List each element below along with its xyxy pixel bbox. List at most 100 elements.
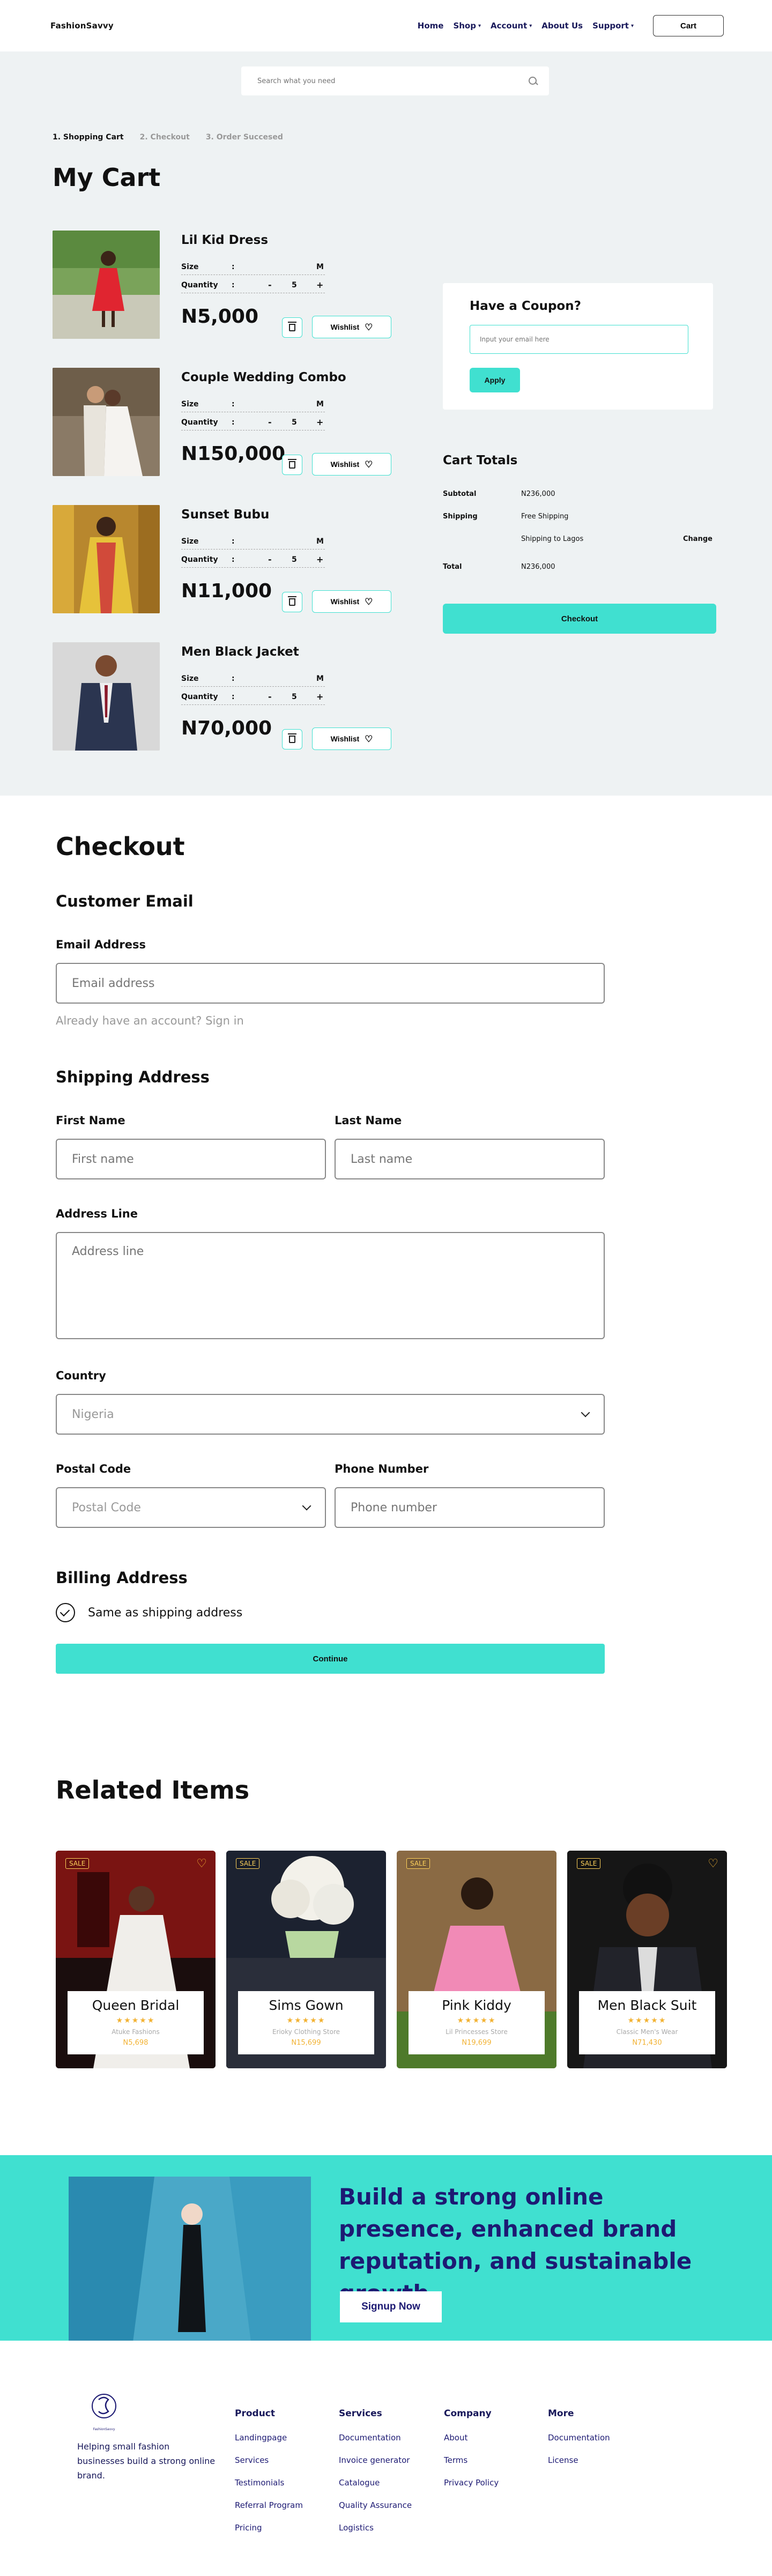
country-select[interactable]: Nigeria	[56, 1394, 605, 1435]
wishlist-button[interactable]: Wishlist ♡	[312, 727, 391, 750]
star-rating: ★★★★★	[627, 2016, 667, 2025]
footer-link[interactable]: Terms	[444, 2455, 499, 2465]
shipping-destination: Shipping to Lagos	[521, 535, 584, 543]
footer-link[interactable]: Landingpage	[235, 2433, 303, 2443]
product-card[interactable]: SALE ♡ Queen Bridal ★★★★★ Atuke Fashions…	[56, 1851, 216, 2068]
product-name[interactable]: Sunset Bubu	[181, 508, 269, 522]
quantity-value[interactable]: 5	[292, 418, 297, 427]
nav-support[interactable]: Support ▾	[592, 21, 634, 31]
wishlist-button[interactable]: Wishlist ♡	[312, 316, 391, 338]
quantity-value[interactable]: 5	[292, 555, 297, 564]
footer-link[interactable]: Logistics	[339, 2523, 412, 2533]
product-name[interactable]: Men Black Jacket	[181, 645, 299, 659]
postal-code-select[interactable]: Postal Code	[56, 1487, 326, 1528]
step-order-success[interactable]: 3. Order Succesed	[206, 133, 283, 142]
quantity-colon: :	[232, 281, 235, 289]
product-name[interactable]: Lil Kid Dress	[181, 233, 268, 247]
email-field[interactable]	[56, 963, 605, 1004]
cart-items-list: Lil Kid Dress Size : M Quantity : - 5 + …	[53, 231, 396, 780]
nav-about[interactable]: About Us	[541, 21, 583, 31]
size-value[interactable]: M	[316, 263, 324, 271]
footer-link[interactable]: Referral Program	[235, 2500, 303, 2510]
cart-button[interactable]: Cart	[653, 15, 724, 36]
footer-link[interactable]: Quality Assurance	[339, 2500, 412, 2510]
product-image[interactable]	[53, 642, 160, 751]
product-card-name: Sims Gown	[269, 1998, 344, 2013]
footer-logo[interactable]: FashionSavvy	[87, 2390, 121, 2431]
remove-item-button[interactable]	[282, 592, 302, 612]
quantity-decrement[interactable]: -	[268, 417, 272, 427]
footer-link[interactable]: Invoice generator	[339, 2455, 412, 2465]
footer-link[interactable]: Services	[235, 2455, 303, 2465]
product-card-name: Queen Bridal	[92, 1998, 180, 2013]
chevron-down-icon: ▾	[478, 23, 481, 29]
size-value[interactable]: M	[316, 674, 324, 683]
remove-item-button[interactable]	[282, 729, 302, 749]
site-logo[interactable]: FashionSavvy	[50, 21, 114, 31]
quantity-increment[interactable]: +	[316, 554, 323, 565]
trash-icon	[288, 733, 296, 743]
step-checkout[interactable]: 2. Checkout	[140, 133, 190, 142]
quantity-decrement[interactable]: -	[268, 692, 272, 702]
remove-item-button[interactable]	[282, 317, 302, 338]
wishlist-label: Wishlist	[330, 734, 360, 743]
footer-link[interactable]: Pricing	[235, 2523, 303, 2533]
product-card[interactable]: SALE Pink Kiddy ★★★★★ Lil Princesses Sto…	[397, 1851, 556, 2068]
footer-link[interactable]: About	[444, 2433, 499, 2443]
nav-shop[interactable]: Shop ▾	[453, 21, 481, 31]
size-value[interactable]: M	[316, 537, 324, 546]
same-as-shipping-row[interactable]: Same as shipping address	[56, 1603, 608, 1622]
quantity-value[interactable]: 5	[292, 693, 297, 701]
quantity-value[interactable]: 5	[292, 281, 297, 289]
related-items-list: SALE ♡ Queen Bridal ★★★★★ Atuke Fashions…	[56, 1851, 727, 2068]
quantity-decrement[interactable]: -	[268, 280, 272, 290]
size-colon: :	[232, 537, 235, 546]
footer-link[interactable]: Documentation	[339, 2433, 412, 2443]
phone-field[interactable]	[335, 1487, 605, 1528]
search-icon[interactable]	[528, 76, 538, 86]
heart-icon[interactable]: ♡	[196, 1857, 207, 1870]
coupon-title: Have a Coupon?	[470, 299, 581, 313]
product-image[interactable]	[53, 505, 160, 613]
first-name-field[interactable]	[56, 1139, 326, 1179]
heart-icon[interactable]: ♡	[708, 1857, 718, 1870]
search-input[interactable]	[257, 77, 515, 85]
store-name: Atuke Fashions	[112, 2028, 160, 2036]
apply-button[interactable]: Apply	[470, 368, 520, 392]
product-card[interactable]: SALE ♡ Men Black Suit ★★★★★ Classic Men'…	[567, 1851, 727, 2068]
step-shopping-cart[interactable]: 1. Shopping Cart	[53, 133, 124, 142]
product-card-name: Pink Kiddy	[442, 1998, 511, 2013]
divider	[181, 704, 325, 705]
remove-item-button[interactable]	[282, 455, 302, 475]
quantity-increment[interactable]: +	[316, 417, 323, 427]
product-name[interactable]: Couple Wedding Combo	[181, 370, 346, 384]
quantity-increment[interactable]: +	[316, 692, 323, 702]
address-field[interactable]	[56, 1232, 605, 1339]
size-value[interactable]: M	[316, 400, 324, 409]
signup-button[interactable]: Signup Now	[340, 2291, 442, 2322]
continue-button[interactable]: Continue	[56, 1644, 605, 1674]
last-name-field[interactable]	[335, 1139, 605, 1179]
footer-link[interactable]: Documentation	[548, 2433, 610, 2443]
signin-link[interactable]: Already have an account? Sign in	[56, 1014, 608, 1027]
product-image[interactable]	[53, 231, 160, 339]
change-shipping-link[interactable]: Change	[683, 535, 712, 543]
wishlist-button[interactable]: Wishlist ♡	[312, 453, 391, 476]
product-image[interactable]	[53, 368, 160, 476]
nav-home[interactable]: Home	[418, 21, 444, 31]
checkout-button[interactable]: Checkout	[443, 604, 716, 634]
product-card[interactable]: SALE Sims Gown ★★★★★ Erioky Clothing Sto…	[226, 1851, 386, 2068]
coupon-input[interactable]	[470, 325, 688, 354]
footer-link[interactable]: Catalogue	[339, 2478, 412, 2488]
footer-link[interactable]: License	[548, 2455, 610, 2465]
wishlist-button[interactable]: Wishlist ♡	[312, 590, 391, 613]
nav-account[interactable]: Account ▾	[491, 21, 532, 31]
footer-link[interactable]: Testimonials	[235, 2478, 303, 2488]
promo-banner: Build a strong online presence, enhanced…	[0, 2155, 772, 2342]
quantity-increment[interactable]: +	[316, 280, 323, 290]
footer-link[interactable]: Privacy Policy	[444, 2478, 499, 2488]
sale-badge: SALE	[406, 1858, 430, 1869]
check-circle-icon[interactable]	[56, 1603, 75, 1622]
size-label: Size	[181, 263, 199, 271]
quantity-decrement[interactable]: -	[268, 554, 272, 565]
